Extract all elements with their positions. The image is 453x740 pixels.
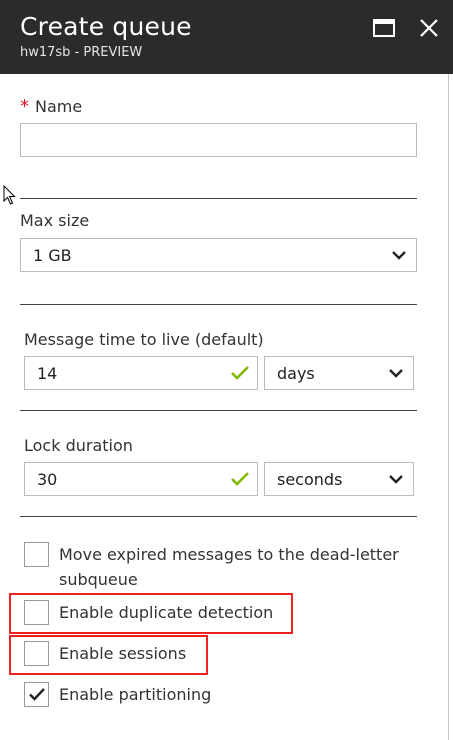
blade-header: Create queue hw17sb - PREVIEW <box>0 0 453 74</box>
max-size-dropdown[interactable]: 1 GB <box>20 238 417 272</box>
section-divider <box>20 516 417 517</box>
partitioning-checkbox-row[interactable]: Enable partitioning <box>24 682 211 707</box>
required-marker: * <box>20 96 29 117</box>
close-button[interactable] <box>417 16 441 40</box>
lock-duration-value: 30 <box>37 469 58 489</box>
lock-duration-unit: seconds <box>277 469 343 489</box>
max-size-label: Max size <box>20 211 90 230</box>
message-ttl-value: 14 <box>37 363 58 383</box>
chevron-down-icon <box>392 251 406 260</box>
message-ttl-unit: days <box>277 363 315 383</box>
blade-border <box>448 74 449 740</box>
lock-duration-label: Lock duration <box>24 436 133 455</box>
dead-letter-checkbox[interactable] <box>24 542 49 567</box>
maximize-button[interactable] <box>372 16 396 40</box>
valid-check-icon <box>231 366 249 380</box>
message-ttl-label: Message time to live (default) <box>24 330 264 349</box>
dead-letter-checkbox-row[interactable]: Move expired messages to the dead-letter… <box>24 542 414 592</box>
name-label: * Name <box>20 96 83 117</box>
blade-subtitle: hw17sb - PREVIEW <box>20 45 143 60</box>
highlight-box <box>9 593 293 634</box>
mouse-cursor-icon <box>3 185 16 205</box>
section-divider <box>20 304 417 305</box>
chevron-down-icon <box>389 369 403 378</box>
chevron-down-icon <box>389 475 403 484</box>
partitioning-label: Enable partitioning <box>59 685 212 704</box>
name-input[interactable] <box>20 123 417 157</box>
max-size-value: 1 GB <box>33 245 72 265</box>
partitioning-checkbox[interactable] <box>24 682 49 707</box>
message-ttl-unit-dropdown[interactable]: days <box>264 356 414 390</box>
section-divider <box>20 410 417 411</box>
dead-letter-label: Move expired messages to the dead-letter… <box>59 545 399 589</box>
section-divider <box>20 198 417 199</box>
highlight-box <box>9 635 208 675</box>
close-icon <box>420 19 438 37</box>
blade-title: Create queue <box>20 12 192 41</box>
lock-duration-unit-dropdown[interactable]: seconds <box>264 462 414 496</box>
message-ttl-input[interactable]: 14 <box>24 356 258 390</box>
maximize-icon <box>373 19 395 37</box>
lock-duration-input[interactable]: 30 <box>24 462 258 496</box>
checkmark-icon <box>28 688 45 701</box>
valid-check-icon <box>231 472 249 486</box>
